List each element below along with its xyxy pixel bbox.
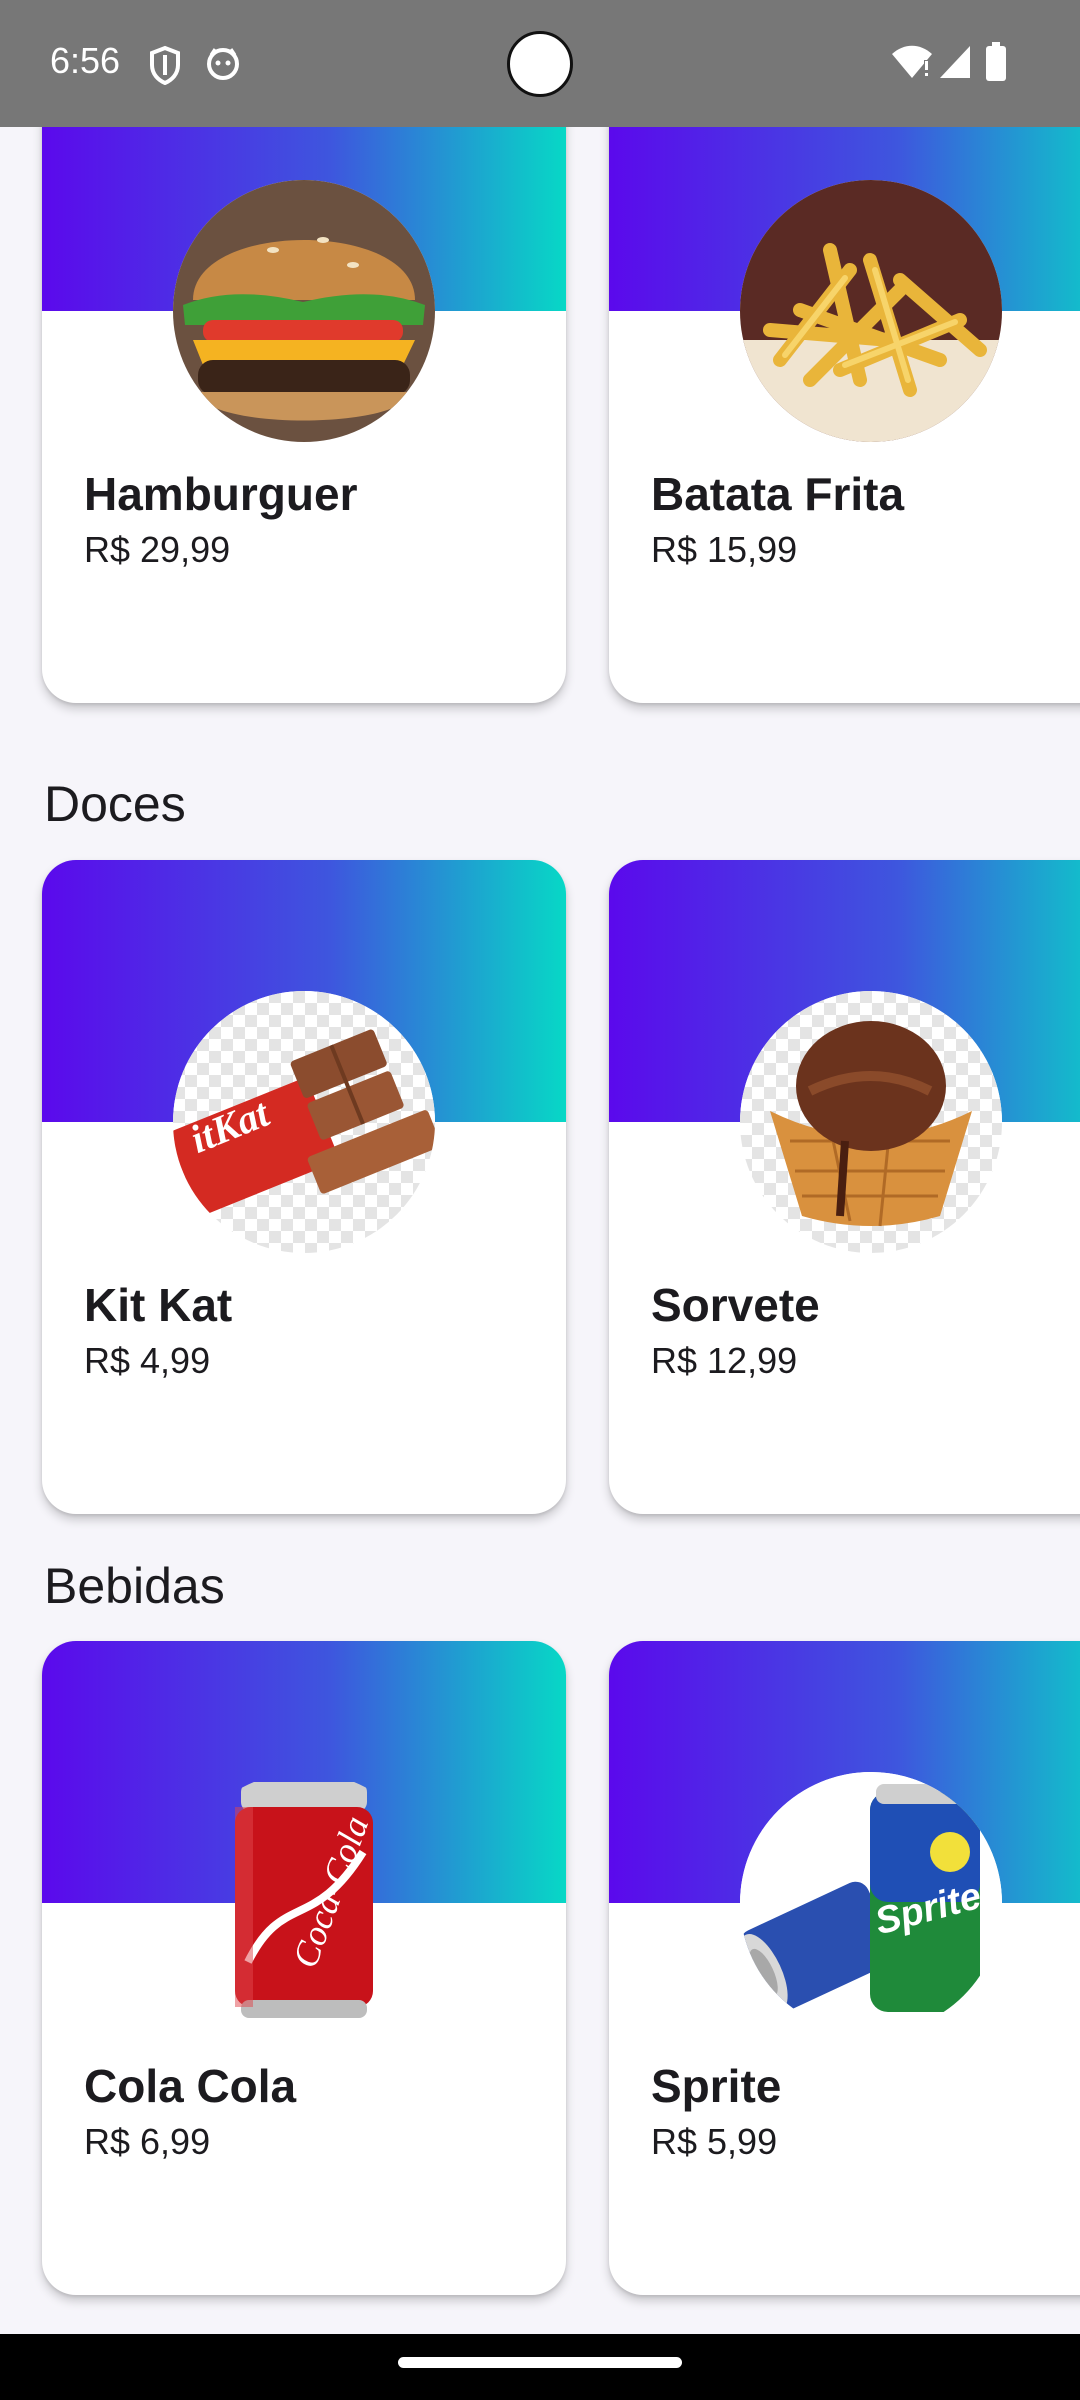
section-title-bebidas: Bebidas <box>44 1558 225 1614</box>
product-card-kit-kat[interactable]: itKat Kit Kat R$ 4,99 <box>42 860 566 1514</box>
product-name: Cola Cola <box>84 2060 297 2112</box>
camera-cutout <box>507 31 573 97</box>
kitkat-image: itKat <box>173 991 435 1253</box>
home-gesture-handle[interactable] <box>398 2357 682 2368</box>
menu-content[interactable]: Hamburguer R$ 29,99 Batata Frita R$ 15,9… <box>0 127 1080 2334</box>
hamburger-image <box>173 180 435 442</box>
wifi-alert-icon <box>890 44 934 85</box>
product-price: R$ 5,99 <box>651 2121 778 2162</box>
product-name: Kit Kat <box>84 1279 233 1331</box>
signal-icon <box>938 44 972 85</box>
battery-icon <box>985 42 1007 87</box>
sprite-cans-image: Sprite <box>740 1772 1002 2034</box>
product-card-cola-cola[interactable]: Coca-Cola Cola Cola R$ 6,99 <box>42 1641 566 2295</box>
product-name: Sprite <box>651 2060 782 2112</box>
status-time: 6:56 <box>50 40 121 81</box>
navigation-bar <box>0 2334 1080 2400</box>
shield-icon <box>148 45 182 90</box>
product-name: Sorvete <box>651 1279 820 1331</box>
product-card-sorvete[interactable]: Sorvete R$ 12,99 <box>609 860 1080 1514</box>
product-price: R$ 4,99 <box>84 1340 211 1381</box>
ice-cream-image <box>740 991 1002 1253</box>
notification-face-icon <box>205 45 241 86</box>
section-title-doces: Doces <box>44 776 186 832</box>
french-fries-image <box>740 180 1002 442</box>
product-price: R$ 15,99 <box>651 529 798 570</box>
product-price: R$ 6,99 <box>84 2121 211 2162</box>
product-card-hamburguer[interactable]: Hamburguer R$ 29,99 <box>42 127 566 703</box>
product-card-sprite[interactable]: Sprite Sprite R$ 5,99 <box>609 1641 1080 2295</box>
cola-can-image: Coca-Cola <box>173 1772 435 2034</box>
product-price: R$ 29,99 <box>84 529 231 570</box>
product-card-batata-frita[interactable]: Batata Frita R$ 15,99 <box>609 127 1080 703</box>
product-price: R$ 12,99 <box>651 1340 798 1381</box>
product-name: Hamburguer <box>84 468 358 520</box>
product-name: Batata Frita <box>651 468 905 520</box>
status-bar: 6:56 <box>0 0 1080 127</box>
